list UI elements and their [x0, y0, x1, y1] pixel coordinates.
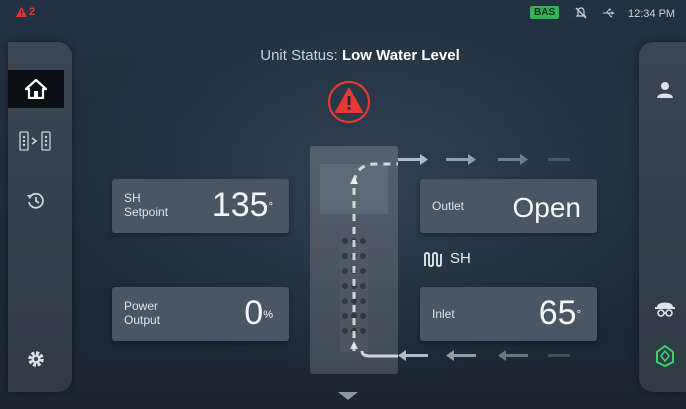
- history-icon: [27, 192, 44, 209]
- nav-history-button[interactable]: [8, 182, 64, 220]
- power-output-label-line1: Power: [124, 299, 159, 313]
- outlet-flow-arrows: [398, 154, 570, 165]
- left-nav-rail: [8, 42, 72, 392]
- warning-alarm-icon[interactable]: [327, 80, 371, 124]
- flow-compare-icon: [19, 131, 51, 151]
- power-output-label-line2: Output: [124, 313, 161, 327]
- outlet-label: Outlet: [432, 199, 465, 213]
- power-output-number: 0: [244, 294, 264, 332]
- superheater-coil-icon: [424, 251, 442, 267]
- sh-setpoint-value: 135°: [212, 187, 273, 223]
- brand-leaf-icon: [656, 344, 674, 368]
- scroll-down-caret-icon[interactable]: [338, 392, 358, 400]
- nav-settings-button[interactable]: [8, 340, 64, 378]
- inlet-value: 65°: [539, 295, 581, 331]
- bas-badge: BAS: [530, 6, 560, 19]
- sh-text: SH: [450, 250, 471, 267]
- sh-setpoint-unit: °: [268, 201, 273, 213]
- unit-status: Unit Status: Low Water Level: [200, 47, 520, 64]
- power-output-unit: %: [263, 309, 273, 321]
- inlet-number: 65: [538, 294, 577, 332]
- usb-icon: [602, 8, 615, 18]
- nav-flow-compare-button[interactable]: [8, 122, 64, 160]
- home-icon: [25, 79, 47, 99]
- power-output-label: Power Output: [124, 299, 160, 327]
- boiler-diagram: [310, 146, 398, 374]
- power-output-value: 0%: [244, 295, 273, 331]
- sh-setpoint-number: 135: [211, 186, 269, 224]
- water-flow-diagram: [320, 162, 398, 358]
- sh-indicator: SH: [424, 250, 471, 267]
- user-profile-button[interactable]: [649, 74, 681, 106]
- sh-setpoint-label: SH Setpoint: [124, 191, 168, 219]
- notifications-off-icon: [575, 7, 587, 19]
- alarm-indicator[interactable]: 2: [16, 6, 35, 18]
- inlet-unit: °: [576, 309, 581, 321]
- outlet-tile[interactable]: Outlet Open: [420, 179, 597, 233]
- alarm-triangle-icon: [16, 7, 27, 17]
- user-icon: [657, 82, 673, 98]
- status-bar: 2 BAS 12:34 PM: [0, 0, 686, 26]
- sh-setpoint-label-line1: SH: [124, 191, 141, 205]
- brand-leaf-button[interactable]: [649, 340, 681, 372]
- unit-status-prefix: Unit Status:: [260, 47, 338, 64]
- unit-status-value: Low Water Level: [341, 47, 460, 64]
- settings-gear-icon: [28, 351, 44, 367]
- inlet-flow-arrows: [398, 350, 570, 361]
- clock-time: 12:34 PM: [628, 8, 676, 20]
- nav-home-button[interactable]: [8, 70, 64, 108]
- service-technician-button[interactable]: [649, 292, 681, 324]
- sh-setpoint-label-line2: Setpoint: [124, 205, 169, 219]
- inlet-tile[interactable]: Inlet 65°: [420, 287, 597, 341]
- service-technician-icon: [655, 302, 675, 317]
- power-output-tile[interactable]: Power Output 0%: [112, 287, 289, 341]
- sh-setpoint-tile[interactable]: SH Setpoint 135°: [112, 179, 289, 233]
- right-nav-rail: [639, 42, 686, 392]
- outlet-value: Open: [512, 192, 582, 223]
- alarm-count: 2: [29, 6, 36, 18]
- inlet-label: Inlet: [432, 307, 455, 321]
